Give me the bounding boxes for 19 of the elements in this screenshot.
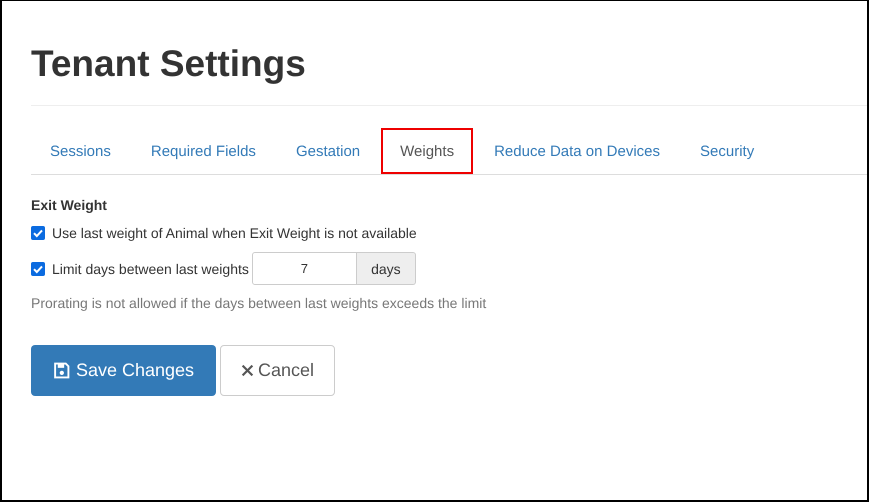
tab[interactable]: Sessions: [31, 128, 130, 174]
help-text: Prorating is not allowed if the days between last weights exceeds the limit: [31, 295, 488, 311]
close-icon: [240, 364, 254, 377]
checkbox-label: Use last weight of Animal when Exit Weight is not available: [52, 225, 417, 241]
tab[interactable]: Reduce Data on Devices: [475, 128, 680, 174]
unit-addon: days: [356, 252, 416, 285]
tab[interactable]: Weights: [381, 128, 474, 174]
save-icon: [52, 362, 70, 379]
checkbox[interactable]: [31, 262, 45, 276]
section-heading: Exit Weight: [31, 197, 108, 213]
checkbox[interactable]: [31, 226, 45, 240]
checkbox-label: Limit days between last weights: [52, 260, 249, 276]
tab[interactable]: Required Fields: [132, 128, 275, 174]
tab[interactable]: Security: [681, 128, 774, 174]
cancel-button[interactable]: Cancel: [220, 345, 335, 396]
page-title: Tenant Settings: [31, 42, 307, 86]
days-input[interactable]: 7: [252, 252, 357, 285]
tab[interactable]: Gestation: [276, 128, 380, 174]
save-button[interactable]: Save Changes: [31, 345, 216, 396]
